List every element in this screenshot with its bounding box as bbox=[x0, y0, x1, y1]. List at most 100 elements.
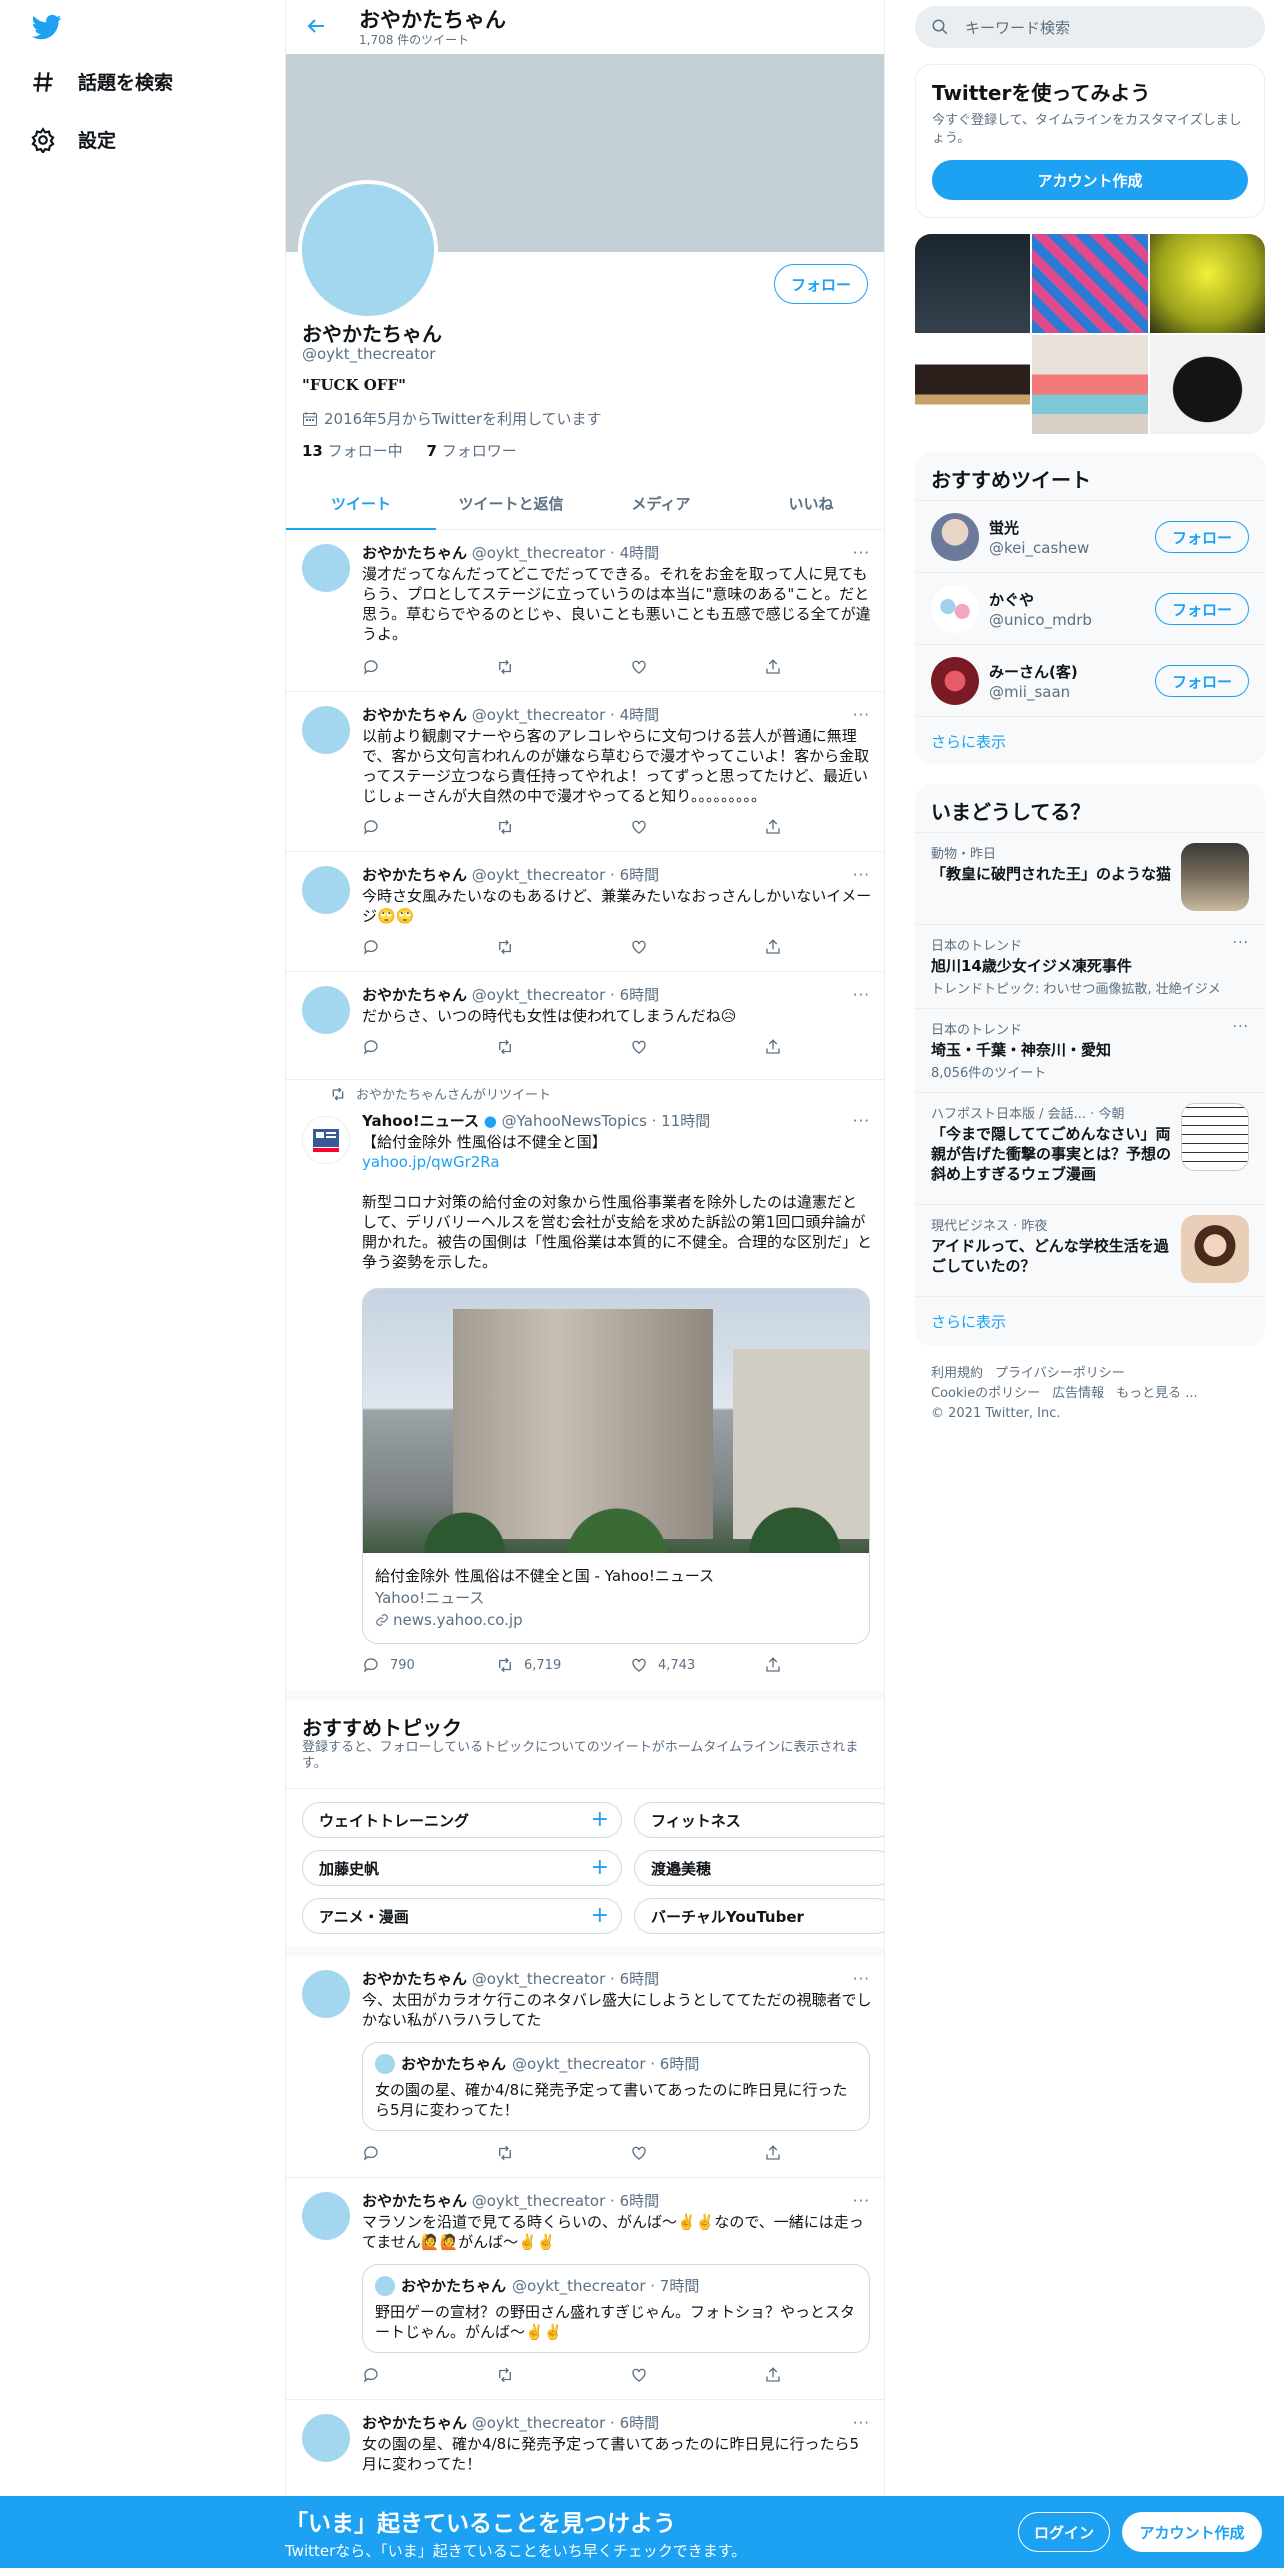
tweet[interactable]: おやかたちゃん @oykt_thecreator · 4時間 ··· 漫才だって… bbox=[286, 530, 884, 692]
tweet-author-name[interactable]: おやかたちゃん bbox=[362, 2192, 467, 2210]
reply-button[interactable]: 790 bbox=[362, 1656, 467, 1674]
signup-button[interactable]: アカウント作成 bbox=[1122, 2512, 1262, 2552]
footer-link[interactable]: もっと見る ... bbox=[1116, 1386, 1198, 1401]
topic-chip[interactable]: アニメ・漫画 + bbox=[302, 1898, 622, 1934]
tweet-author-name[interactable]: Yahoo!ニュース bbox=[362, 1112, 479, 1130]
nav-settings[interactable]: 設定 bbox=[30, 126, 116, 153]
reply-button[interactable] bbox=[362, 2144, 467, 2162]
tweet-avatar[interactable] bbox=[302, 986, 350, 1034]
reply-button[interactable] bbox=[362, 818, 467, 836]
search-box[interactable]: キーワード検索 bbox=[915, 6, 1265, 48]
more-options-icon[interactable]: ··· bbox=[853, 866, 870, 884]
trend-item[interactable]: ハフポスト日本版 / 会話... · 今朝 「今まで隠しててごめんなさい」両親が… bbox=[915, 1092, 1265, 1204]
tweet-avatar[interactable] bbox=[302, 2192, 350, 2240]
tweet[interactable]: おやかたちゃん @oykt_thecreator · 6時間 ··· 今時さ女風… bbox=[286, 852, 884, 972]
like-button[interactable]: 4,743 bbox=[630, 1656, 735, 1674]
topic-chip[interactable]: ウェイトトレーニング + bbox=[302, 1802, 622, 1838]
tweet-author-name[interactable]: おやかたちゃん bbox=[362, 2414, 467, 2432]
like-button[interactable] bbox=[630, 658, 735, 676]
retweet-button[interactable]: 6,719 bbox=[496, 1656, 601, 1674]
tab-tweets[interactable]: ツイート bbox=[286, 478, 436, 530]
footer-link[interactable]: プライバシーポリシー bbox=[995, 1366, 1125, 1381]
reply-button[interactable] bbox=[362, 938, 467, 956]
more-options-icon[interactable]: ··· bbox=[853, 2192, 870, 2210]
tweet[interactable]: おやかたちゃん @oykt_thecreator · 4時間 ··· 以前より観… bbox=[286, 692, 884, 852]
footer-link[interactable]: 広告情報 bbox=[1052, 1386, 1104, 1401]
suggested-account[interactable]: 蛍光 @kei_cashew フォロー bbox=[915, 500, 1265, 572]
footer-link[interactable]: 利用規約 bbox=[931, 1366, 983, 1381]
retweet-button[interactable] bbox=[496, 2144, 601, 2162]
link-card[interactable]: 給付金除外 性風俗は不健全と国 - Yahoo!ニュース Yahoo!ニュース … bbox=[362, 1288, 870, 1644]
back-arrow-icon[interactable] bbox=[304, 14, 328, 38]
follow-button[interactable]: フォロー bbox=[1155, 665, 1249, 697]
more-options-icon[interactable]: ··· bbox=[1233, 935, 1249, 951]
media-thumbnail[interactable] bbox=[1149, 234, 1265, 333]
tweet-author-name[interactable]: おやかたちゃん bbox=[362, 544, 467, 562]
followers-link[interactable]: 7 フォロワー bbox=[427, 442, 517, 460]
share-button[interactable] bbox=[764, 938, 782, 956]
like-button[interactable] bbox=[630, 1038, 735, 1056]
trend-item[interactable]: 日本のトレンド 埼玉・千葉・神奈川・愛知 8,056件のツイート ··· bbox=[915, 1008, 1265, 1092]
more-options-icon[interactable]: ··· bbox=[853, 2414, 870, 2432]
trend-item[interactable]: 動物・昨日 「教皇に破門された王」のような猫 bbox=[915, 832, 1265, 924]
tweet[interactable]: おやかたちゃん @oykt_thecreator · 6時間 ··· マラソンを… bbox=[286, 2178, 884, 2400]
media-thumbnail[interactable] bbox=[915, 335, 1031, 434]
tweet-author-name[interactable]: おやかたちゃん bbox=[362, 706, 467, 724]
retweet-button[interactable] bbox=[496, 1038, 601, 1056]
nav-explore[interactable]: 話題を検索 bbox=[30, 68, 173, 95]
more-options-icon[interactable]: ··· bbox=[853, 1970, 870, 1988]
following-link[interactable]: 13 フォロー中 bbox=[302, 442, 403, 460]
tab-tweets-and-replies[interactable]: ツイートと返信 bbox=[436, 478, 586, 529]
retweet-button[interactable] bbox=[496, 2366, 601, 2384]
tweet-avatar[interactable] bbox=[302, 706, 350, 754]
plus-icon[interactable]: + bbox=[591, 1807, 609, 1832]
trend-item[interactable]: 現代ビジネス · 昨夜 アイドルって、どんな学校生活を過ごしていたの？ bbox=[915, 1204, 1265, 1296]
show-more-link[interactable]: さらに表示 bbox=[915, 716, 1265, 764]
share-button[interactable] bbox=[764, 1656, 782, 1674]
media-thumbnail[interactable] bbox=[1032, 234, 1148, 333]
tweet[interactable]: おやかたちゃん @oykt_thecreator · 6時間 ··· 今、太田が… bbox=[286, 1956, 884, 2178]
more-options-icon[interactable]: ··· bbox=[853, 544, 870, 562]
like-button[interactable] bbox=[630, 938, 735, 956]
create-account-button[interactable]: アカウント作成 bbox=[932, 160, 1248, 200]
share-button[interactable] bbox=[764, 2366, 782, 2384]
retweet-button[interactable] bbox=[496, 658, 601, 676]
more-options-icon[interactable]: ··· bbox=[853, 706, 870, 724]
tweet-avatar[interactable] bbox=[302, 1970, 350, 2018]
plus-icon[interactable]: + bbox=[591, 1855, 609, 1880]
quoted-tweet[interactable]: おやかたちゃん @oykt_thecreator · 6時間 女の園の星、確か4/… bbox=[362, 2042, 870, 2131]
tweet[interactable]: おやかたちゃん @oykt_thecreator · 6時間 ··· だからさ、… bbox=[286, 972, 884, 1080]
tweet-author-name[interactable]: おやかたちゃん bbox=[362, 866, 467, 884]
retweeted-tweet[interactable]: おやかたちゃんさんがリツイート Yahoo!ニュース ● @YahooNewsT… bbox=[286, 1080, 884, 1690]
media-thumbnail[interactable] bbox=[915, 234, 1031, 333]
retweet-button[interactable] bbox=[496, 938, 601, 956]
topic-chip[interactable]: フィットネス bbox=[634, 1802, 884, 1838]
show-more-link[interactable]: さらに表示 bbox=[915, 1296, 1265, 1346]
topic-chip[interactable]: 渡邉美穂 bbox=[634, 1850, 884, 1886]
tweet-link[interactable]: yahoo.jp/qwGr2Ra bbox=[362, 1152, 872, 1172]
tab-likes[interactable]: いいね bbox=[736, 478, 884, 529]
retweet-button[interactable] bbox=[496, 818, 601, 836]
login-button[interactable]: ログイン bbox=[1018, 2512, 1110, 2552]
quoted-tweet[interactable]: おやかたちゃん @oykt_thecreator · 7時間 野田ゲーの宣材？の野… bbox=[362, 2264, 870, 2353]
media-thumbnail[interactable] bbox=[1032, 335, 1148, 434]
share-button[interactable] bbox=[764, 2144, 782, 2162]
tweet-avatar[interactable] bbox=[302, 866, 350, 914]
tweet-avatar[interactable] bbox=[302, 544, 350, 592]
topic-chip[interactable]: 加藤史帆 + bbox=[302, 1850, 622, 1886]
more-options-icon[interactable]: ··· bbox=[853, 986, 870, 1004]
tweet-author-name[interactable]: おやかたちゃん bbox=[362, 1970, 467, 1988]
suggested-account[interactable]: みーさん(客) @mii_saan フォロー bbox=[915, 644, 1265, 716]
share-button[interactable] bbox=[764, 818, 782, 836]
twitter-logo-icon[interactable] bbox=[30, 12, 64, 42]
tab-media[interactable]: メディア bbox=[586, 478, 736, 529]
media-thumbnail[interactable] bbox=[1149, 335, 1265, 434]
suggested-account[interactable]: かぐや @unico_mdrb フォロー bbox=[915, 572, 1265, 644]
like-button[interactable] bbox=[630, 2144, 735, 2162]
footer-link[interactable]: Cookieのポリシー bbox=[931, 1386, 1040, 1401]
profile-avatar[interactable] bbox=[298, 180, 438, 320]
reply-button[interactable] bbox=[362, 2366, 467, 2384]
follow-button[interactable]: フォロー bbox=[1155, 521, 1249, 553]
yahoo-news-avatar[interactable] bbox=[302, 1116, 350, 1164]
share-button[interactable] bbox=[764, 658, 782, 676]
